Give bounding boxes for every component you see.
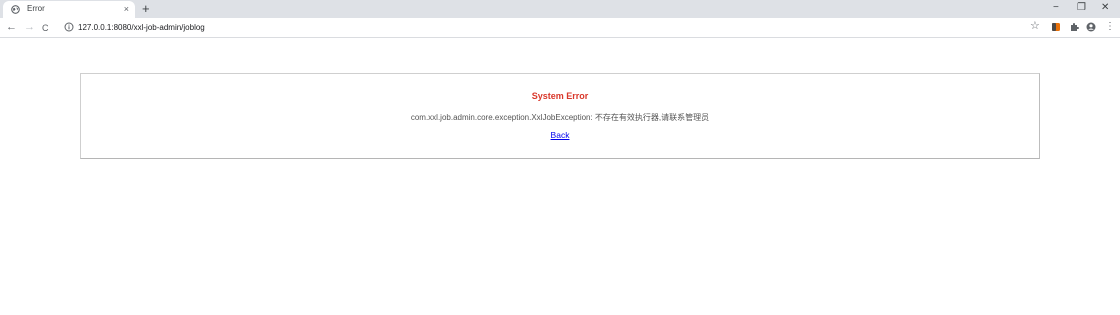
address-bar[interactable]: 127.0.0.1:8080/xxl-job-admin/joblog [58, 20, 1118, 35]
tab-strip: Error × + − ❐ ✕ [0, 0, 1120, 18]
minimize-button[interactable]: − [1053, 2, 1059, 14]
close-window-button[interactable]: ✕ [1101, 2, 1109, 14]
star-icon[interactable]: ☆ [1030, 20, 1040, 32]
menu-icon[interactable]: ⋮ [1105, 21, 1115, 32]
puzzle-icon[interactable] [1069, 22, 1079, 32]
info-icon[interactable] [64, 22, 74, 32]
tab-close-icon[interactable]: × [124, 4, 129, 14]
back-link[interactable]: Back [551, 130, 570, 140]
url-text[interactable]: 127.0.0.1:8080/xxl-job-admin/joblog [78, 22, 205, 33]
restore-button[interactable]: ❐ [1077, 2, 1086, 14]
account-icon[interactable] [1086, 22, 1096, 32]
error-panel: System Error com.xxl.job.admin.core.exce… [80, 73, 1040, 159]
back-link-container: Back [81, 130, 1039, 141]
browser-toolbar: ← → C 127.0.0.1:8080/xxl-job-admin/joblo… [0, 18, 1120, 38]
tab-title: Error [27, 4, 45, 13]
tab-error[interactable]: Error × [3, 1, 135, 18]
globe-icon [11, 5, 20, 14]
reload-button[interactable]: C [42, 22, 49, 35]
error-message: com.xxl.job.admin.core.exception.XxlJobE… [410, 113, 710, 122]
forward-button[interactable]: → [24, 21, 35, 34]
extension-shield-icon[interactable] [1051, 22, 1061, 32]
new-tab-button[interactable]: + [142, 2, 150, 15]
back-button[interactable]: ← [6, 21, 17, 34]
error-title: System Error [531, 91, 589, 101]
